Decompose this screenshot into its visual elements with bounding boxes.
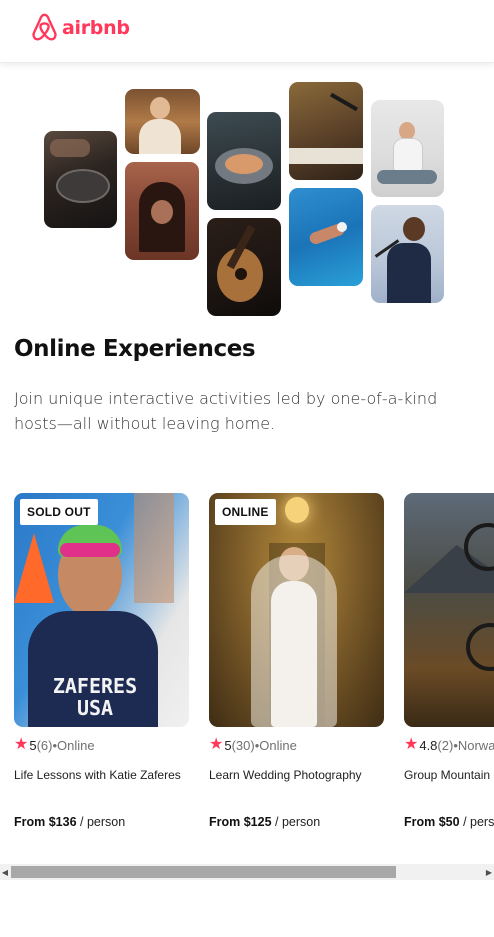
location: •Online — [254, 737, 297, 753]
collage-dancer-image — [125, 162, 199, 260]
review-count: (2) — [437, 737, 454, 753]
site-header: airbnb — [0, 0, 494, 63]
rating: ★ 5 (6) •Online — [14, 737, 95, 753]
star-icon: ★ — [404, 736, 419, 753]
rating: ★ 4.8 (2) •Norway — [404, 737, 494, 753]
experience-carousel[interactable]: ZAFERES USA SOLD OUT ★ 5 (6) •Online Lif… — [14, 493, 494, 853]
star-icon: ★ — [14, 736, 29, 753]
collage-cooking-image — [44, 131, 117, 228]
experience-card[interactable]: ★ 4.8 (2) •Norway Group Mountain Biking … — [404, 493, 494, 829]
traffic-cone — [14, 533, 54, 603]
airbnb-logo[interactable]: airbnb — [30, 12, 130, 43]
experience-photo[interactable] — [404, 493, 494, 727]
experience-photo[interactable]: ZAFERES USA — [14, 493, 189, 727]
location: •Norway — [453, 737, 494, 753]
collage-singer-image — [371, 205, 444, 303]
status-badge: SOLD OUT — [20, 499, 98, 525]
scroll-left-icon[interactable]: ◀ — [0, 864, 10, 880]
experience-card[interactable]: ONLINE ★ 5 (30) •Online Learn Wedding Ph… — [209, 493, 384, 829]
scrollbar-thumb[interactable] — [11, 866, 396, 878]
rating: ★ 5 (30) •Online — [209, 737, 297, 753]
review-count: (6) — [36, 737, 53, 753]
airbnb-logo-icon — [32, 13, 57, 41]
collage-barista-image — [125, 89, 200, 154]
experience-title[interactable]: Life Lessons with Katie Zaferes — [14, 766, 186, 784]
collage-food-bowl-image — [207, 112, 281, 210]
page-subtitle: Join unique interactive activities led b… — [14, 389, 438, 433]
rating-value: 4.8 — [419, 737, 438, 753]
collage-yoga-image — [371, 100, 444, 197]
scroll-right-icon[interactable]: ▶ — [484, 864, 494, 880]
status-badge: ONLINE — [215, 499, 276, 525]
star-icon: ★ — [209, 736, 224, 753]
experience-title[interactable]: Group Mountain Biking — [404, 766, 494, 784]
jersey-text: ZAFERES USA — [52, 674, 138, 720]
rating-value: 5 — [29, 737, 37, 753]
price: From $136 / person — [14, 815, 126, 829]
collage-piano-image — [289, 82, 363, 180]
horizontal-scrollbar[interactable]: ◀ ▶ — [0, 864, 494, 880]
experience-title[interactable]: Learn Wedding Photography — [209, 766, 381, 784]
location: •Online — [52, 737, 95, 753]
page-title: Online Experiences — [14, 336, 256, 362]
experience-photo[interactable] — [209, 493, 384, 727]
price: From $50 / person — [404, 815, 494, 829]
price: From $125 / person — [209, 815, 321, 829]
review-count: (30) — [231, 737, 255, 753]
collage-guitar-image — [207, 218, 281, 316]
logo-text: airbnb — [62, 16, 130, 39]
collage-swimmer-image — [289, 188, 363, 286]
experience-card[interactable]: ZAFERES USA SOLD OUT ★ 5 (6) •Online Lif… — [14, 493, 189, 829]
rating-value: 5 — [224, 737, 232, 753]
